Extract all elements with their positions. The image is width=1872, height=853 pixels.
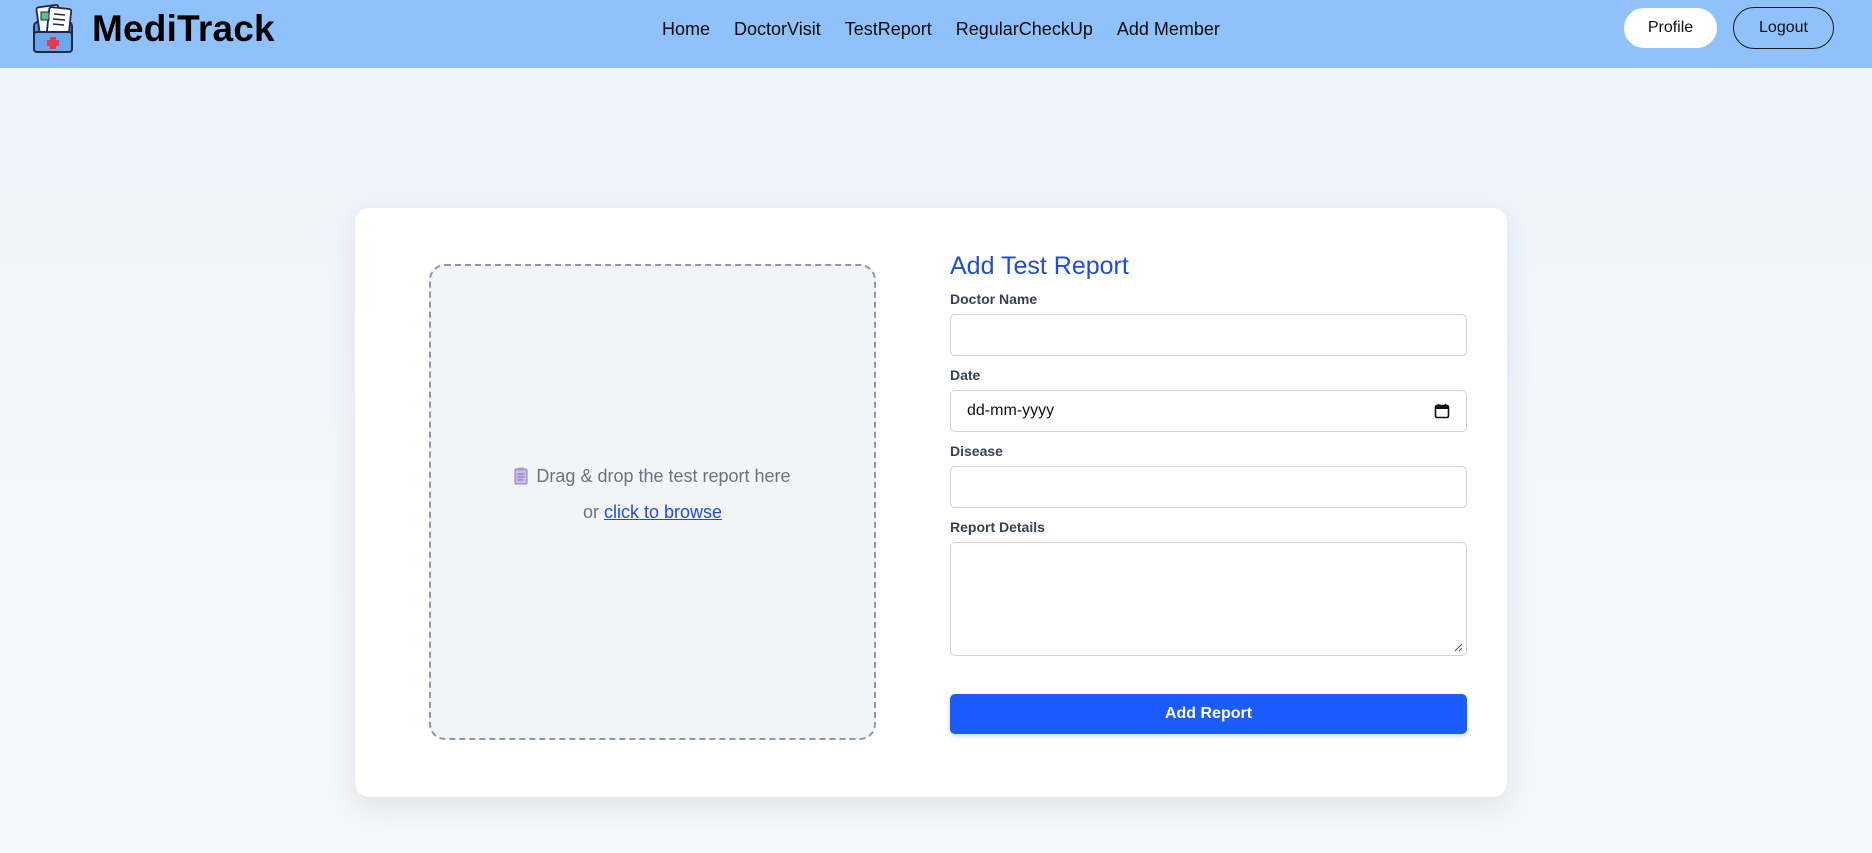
main-nav: Home DoctorVisit TestReport RegularCheck… xyxy=(662,17,1220,41)
or-text: or xyxy=(582,502,599,522)
doctor-name-label: Doctor Name xyxy=(950,291,1038,307)
doctor-name-input[interactable] xyxy=(950,314,1467,356)
test-report-form: Add Test Report Doctor Name Date dd-mm-y… xyxy=(950,250,1467,734)
brand-name: MediTrack xyxy=(92,8,275,49)
disease-label: Disease xyxy=(950,443,1003,459)
profile-button[interactable]: Profile xyxy=(1624,8,1717,48)
navbar: MediTrack Home DoctorVisit TestReport Re… xyxy=(0,0,1872,68)
nav-doctor-visit[interactable]: DoctorVisit xyxy=(734,17,821,41)
logout-button[interactable]: Logout xyxy=(1733,7,1834,49)
date-label: Date xyxy=(950,367,981,383)
report-details-label: Report Details xyxy=(950,519,1045,535)
calendar-icon[interactable] xyxy=(1434,403,1450,419)
add-test-report-card: Drag & drop the test report here or clic… xyxy=(355,208,1507,797)
resize-grip-icon[interactable] xyxy=(1454,643,1463,652)
report-details-textarea[interactable] xyxy=(950,542,1467,656)
dropzone-text: Drag & drop the test report here xyxy=(536,466,791,486)
nav-test-report[interactable]: TestReport xyxy=(845,17,932,41)
add-report-button[interactable]: Add Report xyxy=(950,694,1467,734)
brand[interactable]: MediTrack xyxy=(30,4,275,54)
nav-home[interactable]: Home xyxy=(662,17,710,41)
browse-link[interactable]: click to browse xyxy=(604,502,722,522)
date-placeholder: dd-mm-yyyy xyxy=(967,402,1055,419)
nav-regular-checkup[interactable]: RegularCheckUp xyxy=(956,17,1093,41)
disease-input[interactable] xyxy=(950,466,1467,508)
medical-kit-logo-icon xyxy=(33,4,73,53)
form-title: Add Test Report xyxy=(950,252,1129,280)
date-input[interactable]: dd-mm-yyyy xyxy=(950,390,1467,432)
report-dropzone[interactable]: Drag & drop the test report here or clic… xyxy=(429,264,876,740)
clipboard-icon xyxy=(514,467,528,485)
dropzone-browse-line: or click to browse xyxy=(583,499,722,525)
nav-add-member[interactable]: Add Member xyxy=(1117,17,1220,41)
dropzone-prompt: Drag & drop the test report here xyxy=(514,463,791,489)
